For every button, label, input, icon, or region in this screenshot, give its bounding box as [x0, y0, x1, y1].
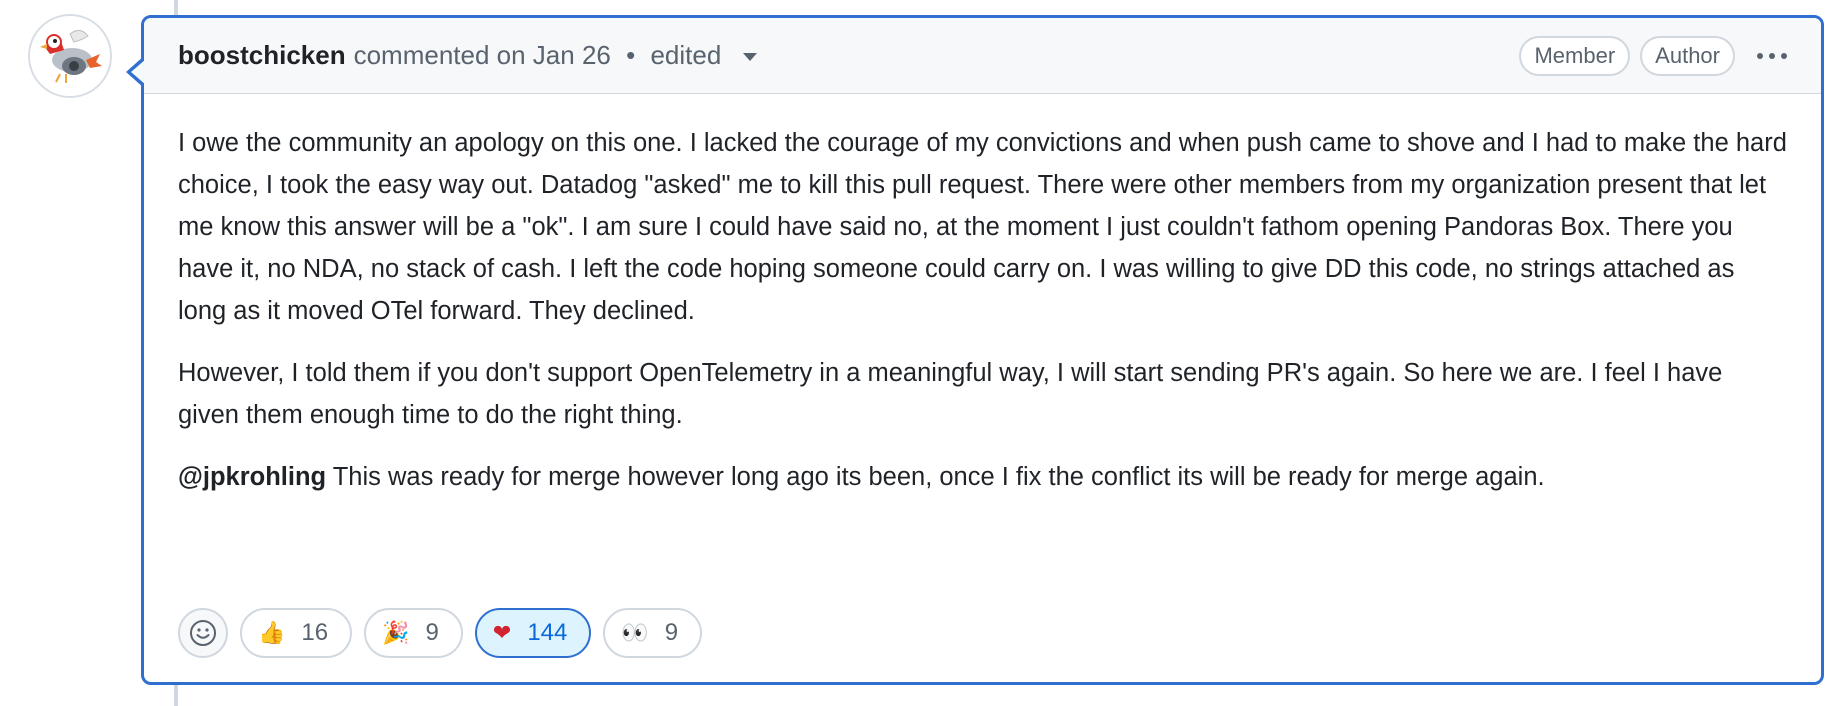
caret-down-icon: [742, 53, 757, 62]
comment-paragraph: @jpkrohling This was ready for merge how…: [178, 456, 1787, 498]
author-badge: Author: [1640, 35, 1735, 76]
comment-paragraph: I owe the community an apology on this o…: [178, 129, 1787, 325]
heart-icon: ❤: [492, 620, 512, 646]
comment-header: boostchicken commented on Jan 26 • edite…: [144, 18, 1821, 94]
reaction-hooray-button[interactable]: 🎉 9: [364, 608, 463, 658]
reaction-count: 9: [425, 619, 439, 646]
comment-timestamp[interactable]: commented on Jan 26: [354, 40, 611, 70]
edited-dropdown[interactable]: edited: [650, 40, 757, 70]
add-reaction-button[interactable]: [178, 608, 228, 658]
kebab-menu-icon[interactable]: [1753, 47, 1791, 65]
meta-separator: •: [626, 40, 636, 70]
user-mention-link[interactable]: @jpkrohling: [178, 463, 326, 491]
avatar[interactable]: [28, 14, 112, 98]
smiley-icon: [190, 620, 216, 646]
comment-box: boostchicken commented on Jan 26 • edite…: [126, 15, 1824, 685]
mention-text: This was ready for merge however long ag…: [326, 463, 1545, 491]
member-badge: Member: [1519, 35, 1631, 76]
reaction-count: 9: [664, 619, 679, 646]
eyes-icon: 👀: [621, 620, 649, 646]
comment-paragraph: However, I told them if you don't suppor…: [178, 359, 1723, 429]
reaction-count: 16: [301, 619, 329, 646]
reaction-thumbs-up-button[interactable]: 👍 16: [240, 608, 353, 658]
reaction-eyes-button[interactable]: 👀 9: [603, 608, 703, 658]
thumbs-up-icon: 👍: [258, 620, 286, 646]
party-popper-icon: 🎉: [382, 620, 410, 646]
author-link[interactable]: boostchicken: [178, 40, 346, 71]
reaction-count: 144: [527, 619, 568, 646]
reactions-bar: 👍 16 🎉 9 ❤ 144 👀 9: [178, 608, 703, 658]
comment-body: I owe the community an apology on this o…: [144, 94, 1821, 498]
comment-meta: commented on Jan 26 • edited: [354, 40, 757, 71]
reaction-heart-button[interactable]: ❤ 144: [474, 608, 592, 658]
edited-label: edited: [650, 40, 722, 70]
